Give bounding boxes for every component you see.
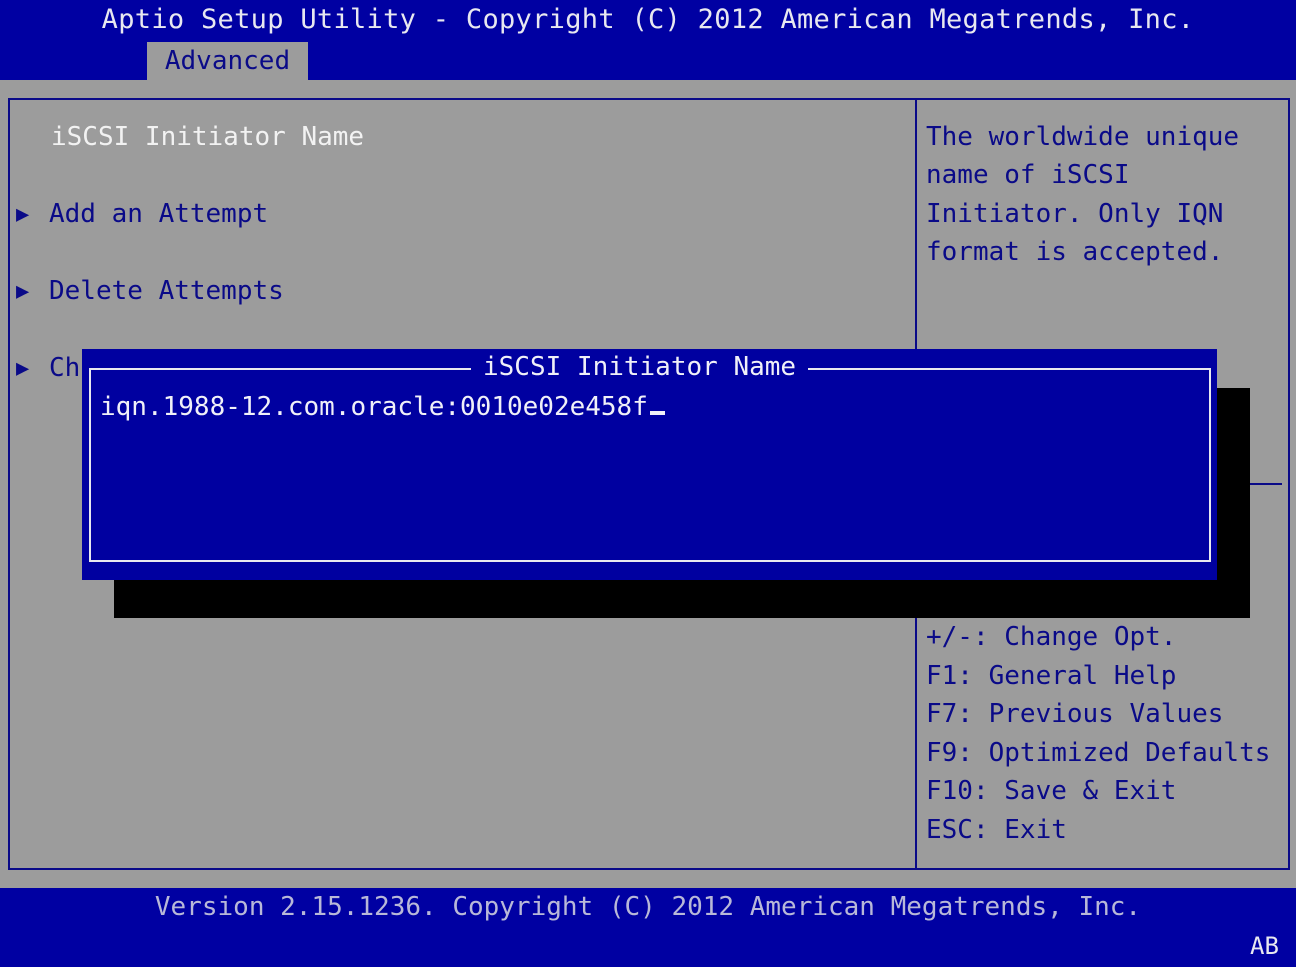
- submenu-arrow-icon: ▶: [16, 202, 30, 227]
- help-key-change-opt: +/-: Change Opt.: [926, 622, 1177, 652]
- initiator-name-input[interactable]: iqn.1988-12.com.oracle:0010e02e458f: [100, 392, 665, 422]
- menu-item-iscsi-initiator-name[interactable]: iSCSI Initiator Name: [51, 122, 364, 152]
- help-key-save-exit: F10: Save & Exit: [926, 776, 1177, 806]
- menu-item-add-attempt[interactable]: Add an Attempt: [49, 199, 268, 229]
- submenu-arrow-icon: ▶: [16, 279, 30, 304]
- help-description-line: name of iSCSI: [926, 160, 1130, 190]
- dialog-title: iSCSI Initiator Name: [471, 352, 809, 382]
- text-cursor: [649, 411, 665, 415]
- help-key-optimized-defaults: F9: Optimized Defaults: [926, 738, 1271, 768]
- help-key-previous-values: F7: Previous Values: [926, 699, 1224, 729]
- footer-indicator: AB: [1250, 932, 1279, 960]
- help-description-line: The worldwide unique: [926, 122, 1240, 152]
- help-key-esc-exit: ESC: Exit: [926, 815, 1067, 845]
- help-divider: [1250, 483, 1282, 485]
- help-description-line: format is accepted.: [926, 237, 1224, 267]
- app-title: Aptio Setup Utility - Copyright (C) 2012…: [101, 4, 1195, 35]
- menu-item-change[interactable]: Ch: [49, 353, 80, 383]
- menu-item-delete-attempts[interactable]: Delete Attempts: [49, 276, 284, 306]
- help-description-line: Initiator. Only IQN: [926, 199, 1224, 229]
- initiator-name-value: iqn.1988-12.com.oracle:0010e02e458f: [100, 392, 648, 422]
- tab-advanced[interactable]: Advanced: [147, 42, 308, 80]
- submenu-arrow-icon: ▶: [16, 356, 30, 381]
- version-text: Version 2.15.1236. Copyright (C) 2012 Am…: [154, 892, 1142, 922]
- help-key-general-help: F1: General Help: [926, 661, 1177, 691]
